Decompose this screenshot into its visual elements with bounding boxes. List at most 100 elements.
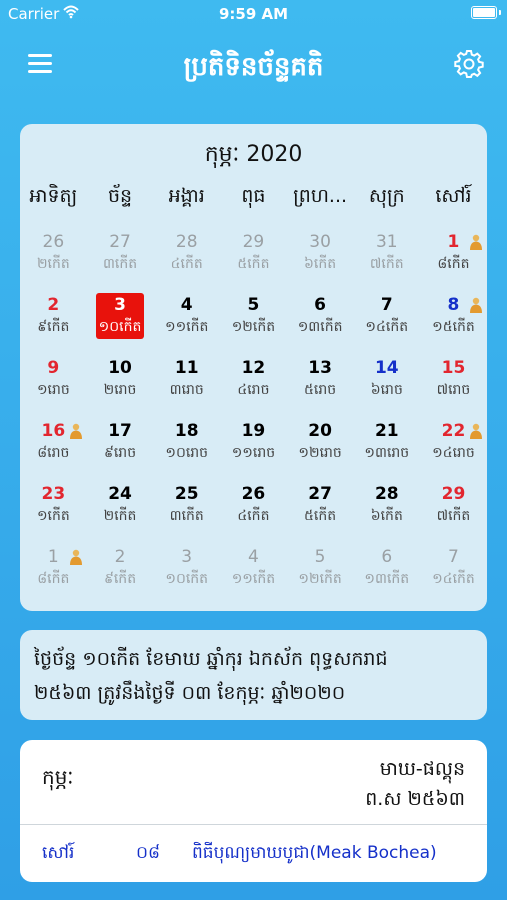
- calendar-day[interactable]: 27 ៥កើត: [287, 478, 354, 541]
- calendar-day[interactable]: 6 ១៣កើត: [287, 289, 354, 352]
- calendar-day[interactable]: 11 ៣រោច: [153, 352, 220, 415]
- calendar-day[interactable]: 24 ២កើត: [87, 478, 154, 541]
- day-number: 28: [175, 232, 198, 252]
- lunar-day-label: ៨កើត: [437, 256, 470, 272]
- day-number: 3: [181, 547, 193, 567]
- calendar-day[interactable]: 5 ១២កើត: [287, 541, 354, 604]
- calendar-day[interactable]: 28 ៦កើត: [353, 478, 420, 541]
- calendar-day[interactable]: 10 ២រោច: [87, 352, 154, 415]
- calendar-day[interactable]: 6 ១៣កើត: [353, 541, 420, 604]
- calendar-day[interactable]: 7 ១៤កើត: [353, 289, 420, 352]
- day-number: 20: [308, 421, 332, 441]
- calendar-day[interactable]: 4 ១១កើត: [220, 541, 287, 604]
- calendar-day[interactable]: 12 ៤រោច: [220, 352, 287, 415]
- weekday-saturday: សៅរ៍: [435, 185, 472, 207]
- calendar-day[interactable]: 13 ៥រោច: [287, 352, 354, 415]
- month-title[interactable]: កុម្ភៈ 2020: [20, 140, 487, 172]
- calendar-week-row: 1 ៨កើត 2 ៩កើត 3 ១០កើត 4 ១១កើត 5 ១២កើត 6 ១៣កើត 7 ១៤កើត: [20, 541, 487, 604]
- calendar-day[interactable]: 1 ៨កើត: [20, 541, 87, 604]
- lunar-day-label: ៥កើត: [304, 508, 337, 524]
- calendar-day[interactable]: 7 ១៤កើត: [420, 541, 487, 604]
- lunar-day-label: ៦កើត: [370, 508, 403, 524]
- lunar-day-label: ៣កើត: [102, 256, 138, 272]
- lunar-day-label: ១១កើត: [165, 319, 209, 335]
- calendar-day[interactable]: 21 ១៣រោច: [353, 415, 420, 478]
- calendar-day[interactable]: 17 ៩រោច: [87, 415, 154, 478]
- day-number: 26: [241, 484, 266, 504]
- weekday-tuesday: អង្គារ: [168, 185, 205, 207]
- calendar-day[interactable]: 14 ៦រោច: [353, 352, 420, 415]
- calendar-day[interactable]: 2 ៩កើត: [20, 289, 87, 352]
- lunar-day-label: ៧កើត: [436, 508, 471, 524]
- calendar-day-today[interactable]: 3 ១០កើត: [87, 289, 154, 352]
- day-number: 30: [309, 232, 331, 252]
- lunar-day-label: ៩កើត: [103, 571, 137, 587]
- status-bar: Carrier 9:59 AM: [0, 0, 507, 28]
- calendar-day[interactable]: 8 ១៥កើត: [420, 289, 487, 352]
- calendar-day[interactable]: 4 ១១កើត: [153, 289, 220, 352]
- khmer-month-label: មាឃ-ផល្គុន: [379, 758, 465, 780]
- calendar-day[interactable]: 15 ៧រោច: [420, 352, 487, 415]
- day-number: 28: [374, 484, 399, 504]
- event-row[interactable]: សៅរ៍ ០៨ ពិធីបុណ្យមាឃបូជា(Meak Bochea): [20, 824, 487, 882]
- gear-icon[interactable]: [453, 48, 485, 80]
- day-number: 7: [448, 547, 459, 567]
- calendar-day[interactable]: 30 ៦កើត: [287, 226, 354, 289]
- lunar-day-label: ៨កើត: [37, 571, 70, 587]
- lunar-day-label: ៣កើត: [169, 508, 204, 524]
- calendar-day[interactable]: 28 ៤កើត: [153, 226, 220, 289]
- lunar-day-label: ១១កើត: [231, 571, 276, 587]
- calendar-day[interactable]: 1 ៨កើត: [420, 226, 487, 289]
- calendar-day[interactable]: 26 ២កើត: [20, 226, 87, 289]
- lunar-day-label: ១២រោច: [298, 445, 342, 461]
- day-number: 29: [441, 484, 466, 504]
- day-number: 2: [114, 547, 126, 567]
- calendar-day[interactable]: 18 ១០រោច: [153, 415, 220, 478]
- day-number: 7: [380, 295, 393, 315]
- lunar-day-label: ១៣កើត: [297, 319, 343, 335]
- calendar-day[interactable]: 29 ៥កើត: [220, 226, 287, 289]
- calendar-day[interactable]: 2 ៩កើត: [87, 541, 154, 604]
- calendar-day-grid: 26 ២កើត 27 ៣កើត 28 ៤កើត 29 ៥កើត 30 ៦កើត 31 ៧កើត 1 ៨កើ…: [20, 226, 487, 604]
- calendar-day[interactable]: 31 ៧កើត: [353, 226, 420, 289]
- event-date: ០៨: [136, 843, 161, 863]
- day-number: 18: [174, 421, 199, 441]
- lunar-day-label: ៧រោច: [436, 382, 471, 398]
- calendar-day[interactable]: 22 ១៤រោច: [420, 415, 487, 478]
- day-number: 21: [374, 421, 399, 441]
- lunar-day-label: ១១រោច: [231, 445, 276, 461]
- calendar-day[interactable]: 16 ៨រោច: [20, 415, 87, 478]
- lunar-day-label: ១៤កើត: [432, 571, 475, 587]
- lunar-day-label: ៥កើត: [237, 256, 270, 272]
- calendar-day[interactable]: 9 ១រោច: [20, 352, 87, 415]
- monk-icon: [469, 423, 482, 439]
- day-number: 2: [47, 295, 60, 315]
- event-weekday: សៅរ៍: [42, 843, 75, 863]
- day-number: 11: [174, 358, 199, 378]
- calendar-day[interactable]: 23 ១កើត: [20, 478, 87, 541]
- lunar-day-label: ១៣រោច: [364, 445, 410, 461]
- day-number: 27: [308, 484, 332, 504]
- app-title: ប្រតិទិនច័ន្ទគតិ: [183, 52, 324, 82]
- calendar-day[interactable]: 19 ១១រោច: [220, 415, 287, 478]
- lunar-day-label: ៤កើត: [170, 256, 203, 272]
- calendar-day[interactable]: 29 ៧កើត: [420, 478, 487, 541]
- calendar-day[interactable]: 5 ១២កើត: [220, 289, 287, 352]
- date-info-line-1: ថ្ងៃច័ន្ទ ១០កើត ខែមាឃ ឆ្នាំកុរ ឯកស័ក ពុទ…: [34, 648, 388, 670]
- day-number: 14: [374, 358, 399, 378]
- day-number: 10: [108, 358, 132, 378]
- lunar-day-label: ៦រោច: [370, 382, 403, 398]
- calendar-day[interactable]: 27 ៣កើត: [87, 226, 154, 289]
- weekday-wednesday: ពុធ: [241, 185, 266, 207]
- calendar-day[interactable]: 3 ១០កើត: [153, 541, 220, 604]
- day-number: 6: [381, 547, 393, 567]
- calendar-week-row: 26 ២កើត 27 ៣កើត 28 ៤កើត 29 ៥កើត 30 ៦កើត 31 ៧កើត 1 ៨កើ…: [20, 226, 487, 289]
- lunar-day-label: ៨រោច: [37, 445, 70, 461]
- calendar-week-row: 16 ៨រោច 17 ៩រោច 18 ១០រោច 19 ១១រោច 20 ១២រោច 21 ១៣រោច…: [20, 415, 487, 478]
- calendar-day[interactable]: 20 ១២រោច: [287, 415, 354, 478]
- lunar-day-label: ៦កើត: [304, 256, 337, 272]
- day-number: 4: [180, 295, 193, 315]
- calendar-day[interactable]: 26 ៤កើត: [220, 478, 287, 541]
- calendar-day[interactable]: 25 ៣កើត: [153, 478, 220, 541]
- lunar-day-label: ៧កើត: [369, 256, 404, 272]
